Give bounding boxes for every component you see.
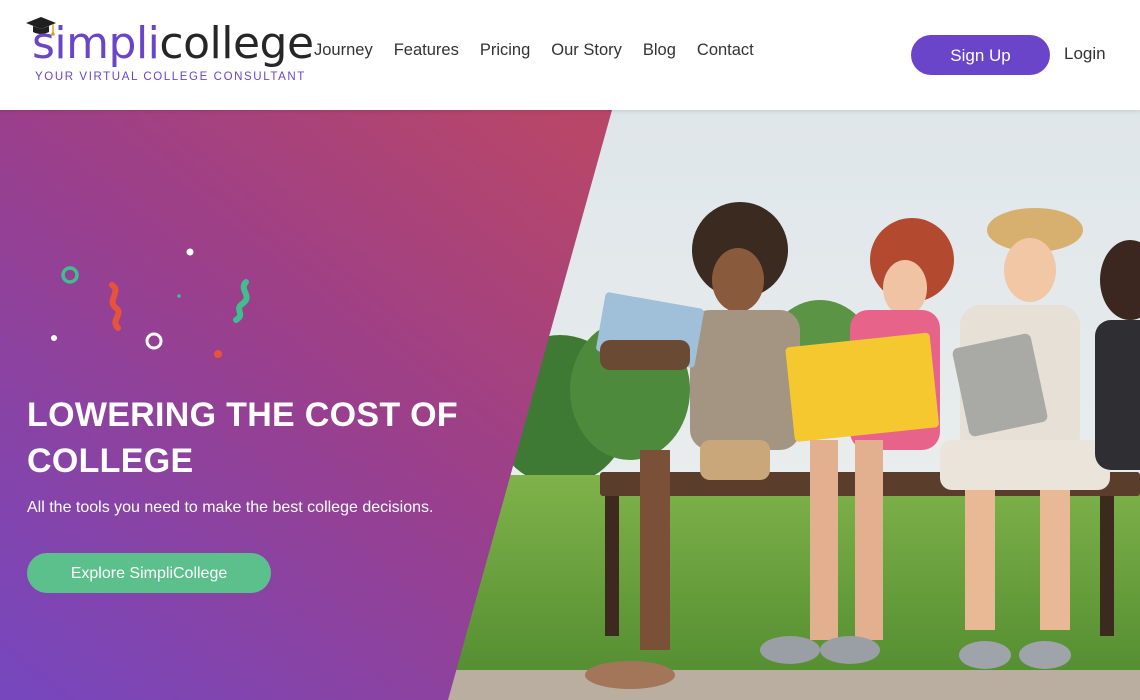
- site-header: simplicollege YOUR VIRTUAL COLLEGE CONSU…: [0, 0, 1140, 110]
- logo-tagline: YOUR VIRTUAL COLLEGE CONSULTANT: [35, 71, 306, 83]
- logo-simpli: simpli: [32, 18, 160, 69]
- logo[interactable]: simplicollege YOUR VIRTUAL COLLEGE CONSU…: [26, 14, 314, 90]
- nav-item-features[interactable]: Features: [394, 38, 459, 62]
- hero-title: LOWERING THE COST OF COLLEGE: [27, 396, 458, 480]
- logo-wordmark: simplicollege: [32, 14, 314, 74]
- explore-button[interactable]: Explore SimpliCollege: [27, 553, 271, 593]
- nav-item-our-story[interactable]: Our Story: [551, 38, 622, 62]
- nav-item-blog[interactable]: Blog: [643, 38, 676, 62]
- main-nav: Journey Features Pricing Our Story Blog …: [314, 38, 775, 62]
- nav-item-journey[interactable]: Journey: [314, 38, 373, 62]
- confetti-decoration: [51, 248, 250, 358]
- nav-item-pricing[interactable]: Pricing: [480, 38, 530, 62]
- logo-college: college: [159, 18, 314, 69]
- hero-section: LOWERING THE COST OF COLLEGE All the too…: [0, 110, 1140, 700]
- nav-item-contact[interactable]: Contact: [697, 38, 754, 62]
- hero-subtitle: All the tools you need to make the best …: [27, 499, 434, 516]
- login-link[interactable]: Login: [1064, 42, 1106, 66]
- sign-up-button[interactable]: Sign Up: [911, 35, 1050, 75]
